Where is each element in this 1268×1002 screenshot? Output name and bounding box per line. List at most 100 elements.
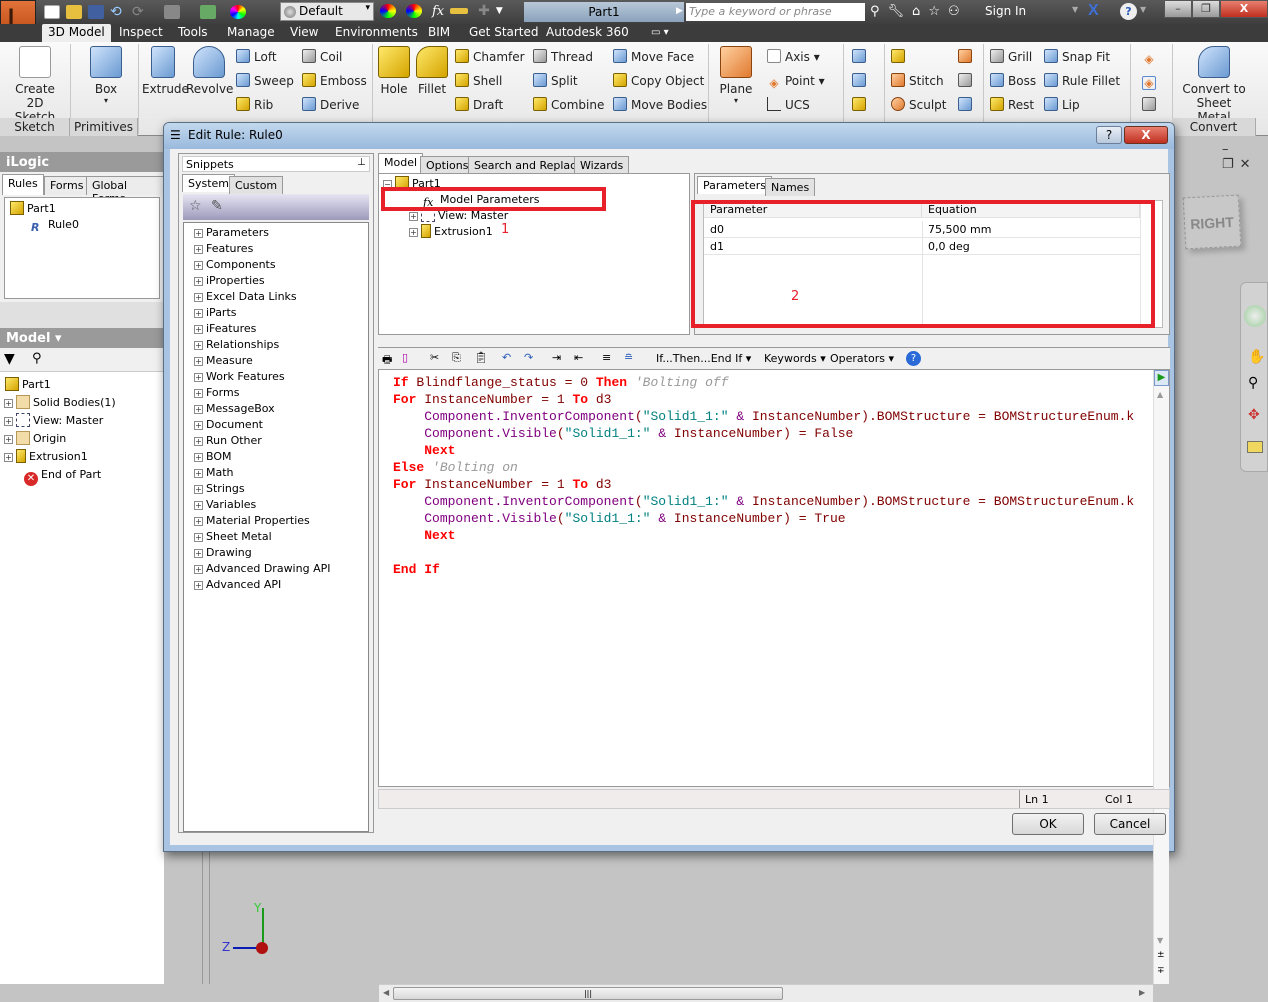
expand-icon[interactable]: + [194, 469, 203, 478]
snippet-category[interactable]: + Measure [194, 353, 253, 369]
expand-icon[interactable]: + [194, 245, 203, 254]
expand-icon[interactable]: + [194, 405, 203, 414]
tree-item-view-master[interactable]: + View: Master [4, 413, 103, 429]
filter-snippets-icon[interactable]: ☆ [189, 198, 202, 214]
expand-icon[interactable]: + [194, 261, 203, 270]
box-button[interactable]: Box ▾ [80, 46, 132, 105]
sculpt-button[interactable]: Sculpt [891, 96, 946, 114]
extrude-button[interactable]: Extrude [142, 46, 189, 96]
uncomment-icon[interactable]: ≘ [624, 351, 640, 367]
tab-bim[interactable]: BIM [422, 24, 456, 42]
split-button[interactable]: Split [533, 72, 578, 90]
find-binoculars-icon[interactable]: ⚲ [32, 351, 42, 366]
expand-icon[interactable]: + [4, 417, 13, 426]
steering-wheel-icon[interactable] [1244, 305, 1266, 327]
expand-icon[interactable]: + [409, 228, 418, 237]
scroll-page-up-icon[interactable]: ± [1157, 950, 1165, 960]
snippet-category[interactable]: + Strings [194, 481, 245, 497]
snippet-category[interactable]: + Excel Data Links [194, 289, 297, 305]
expand-icon[interactable]: + [4, 453, 13, 462]
snippet-category[interactable]: + Sheet Metal [194, 529, 272, 545]
parameters-fx-icon[interactable]: fx [432, 4, 444, 19]
tab-get-started[interactable]: Get Started [463, 24, 545, 42]
expand-icon[interactable]: + [194, 293, 203, 302]
favorites-star-icon[interactable]: ☆ [928, 4, 940, 19]
tab-model[interactable]: Model [378, 153, 424, 174]
undo-icon[interactable]: ↶ [502, 351, 518, 367]
pattern-rectangular-button[interactable] [852, 48, 870, 66]
edit-snippet-icon[interactable]: ✎ [211, 198, 223, 214]
copy-icon[interactable]: ⎘ [452, 351, 468, 367]
tab-forms[interactable]: Forms [44, 176, 90, 195]
shell-button[interactable]: Shell [455, 72, 502, 90]
extrusion1-node[interactable]: + Extrusion1 [409, 224, 493, 240]
draft-button[interactable]: Draft [455, 96, 503, 114]
scroll-left-arrow-icon[interactable]: ◀ [383, 988, 389, 997]
pin-icon[interactable]: ⊥ [357, 157, 366, 168]
tab-manage[interactable]: Manage [221, 24, 281, 42]
ribbon-display-options-icon[interactable]: ▭ ▾ [645, 24, 675, 42]
snippet-category[interactable]: + Drawing [194, 545, 252, 561]
tree-item-solid-bodies[interactable]: + Solid Bodies(1) [4, 395, 116, 411]
delete-face-button[interactable] [958, 96, 976, 114]
scrollbar-thumb[interactable]: ||| [393, 987, 783, 1000]
minimize-button[interactable]: – [1164, 0, 1192, 18]
expand-icon[interactable]: + [194, 389, 203, 398]
move-face-button[interactable]: Move Face [613, 48, 694, 66]
hole-button[interactable]: Hole [376, 46, 412, 96]
boss-button[interactable]: Boss [990, 72, 1036, 90]
orbit-icon[interactable]: ✥ [1248, 407, 1260, 423]
expand-icon[interactable]: + [194, 277, 203, 286]
snippet-category[interactable]: + iProperties [194, 273, 265, 289]
snippet-category[interactable]: + Variables [194, 497, 256, 513]
outdent-icon[interactable]: ⇤ [574, 351, 590, 367]
pattern-circular-button[interactable] [852, 72, 870, 90]
look-at-icon[interactable] [1247, 441, 1263, 453]
rule-fillet-button[interactable]: Rule Fillet [1044, 72, 1120, 90]
tab-environments[interactable]: Environments [329, 24, 424, 42]
move-bodies-button[interactable]: Move Bodies [613, 96, 707, 114]
project-geometry-button[interactable]: ◈ [1142, 72, 1160, 90]
expand-icon[interactable]: + [194, 453, 203, 462]
snippet-category[interactable]: + Run Other [194, 433, 262, 449]
expand-icon[interactable]: + [194, 533, 203, 542]
if-then-end-if-button[interactable]: If...Then...End If ▾ [656, 352, 751, 365]
derive-button[interactable]: Derive [302, 96, 359, 114]
expand-icon[interactable]: + [194, 581, 203, 590]
dialog-title-bar[interactable]: ☰ Edit Rule: Rule0 ? X [164, 123, 1174, 149]
unfold-button[interactable] [1142, 96, 1160, 114]
dialog-close-button[interactable]: X [1124, 126, 1168, 144]
convert-to-sheet-metal-button[interactable]: Convert to Sheet Metal [1180, 46, 1248, 124]
create-2d-sketch-button[interactable]: Create 2D Sketch [6, 46, 64, 124]
tree-item-part1[interactable]: Part1 [5, 377, 51, 393]
tree-item-rule0[interactable]: R Rule0 [31, 217, 79, 234]
pan-hand-icon[interactable]: ✋ [1248, 349, 1265, 365]
zoom-icon[interactable]: ⚲ [1248, 375, 1258, 391]
dialog-help-button[interactable]: ? [1096, 126, 1122, 144]
color-wheel-icon[interactable] [230, 5, 246, 19]
add-icon[interactable]: ✚ [478, 3, 490, 19]
tab-tools[interactable]: Tools [172, 24, 214, 42]
indent-icon[interactable]: ⇥ [552, 351, 568, 367]
expand-icon[interactable]: + [194, 357, 203, 366]
undo-icon[interactable]: ⟲ [110, 5, 126, 19]
subscription-icon[interactable]: ⌂ [912, 4, 920, 19]
snippet-category[interactable]: + Document [194, 417, 263, 433]
snippet-category[interactable]: + iFeatures [194, 321, 256, 337]
scroll-down-arrow-icon[interactable]: ▼ [1157, 936, 1163, 945]
snippet-category[interactable]: + MessageBox [194, 401, 275, 417]
expand-icon[interactable]: + [194, 421, 203, 430]
expand-icon[interactable]: + [194, 373, 203, 382]
close-button[interactable]: X [1220, 0, 1268, 18]
patch-button[interactable] [958, 48, 976, 66]
tab-parameters[interactable]: Parameters [697, 176, 772, 194]
expand-icon[interactable]: + [4, 399, 13, 408]
tree-item-extrusion1[interactable]: + Extrusion1 [4, 449, 88, 465]
include-geometry-button[interactable]: ◈ [1142, 48, 1160, 66]
snippet-category[interactable]: + Components [194, 257, 276, 273]
coil-button[interactable]: Coil [302, 48, 342, 66]
lip-button[interactable]: Lip [1044, 96, 1080, 114]
paste-icon[interactable]: 📋︎ [474, 351, 490, 367]
expand-icon[interactable]: + [194, 565, 203, 574]
snippet-category[interactable]: + Material Properties [194, 513, 310, 529]
